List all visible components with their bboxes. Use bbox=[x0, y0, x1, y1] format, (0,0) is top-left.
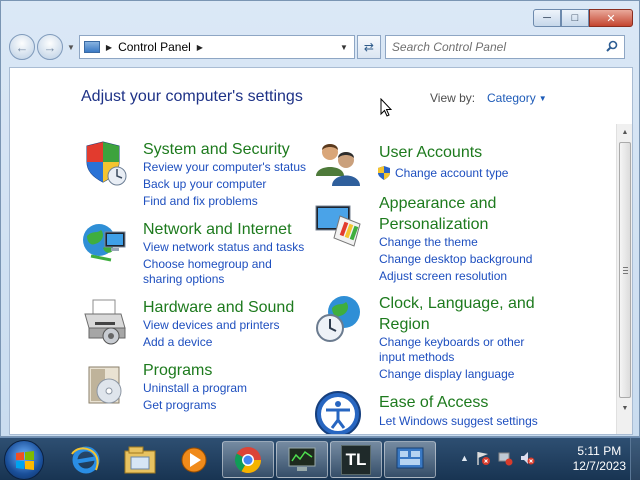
ease-of-access-icon[interactable] bbox=[314, 390, 362, 435]
maximize-icon: □ bbox=[571, 12, 579, 24]
category-link[interactable]: View devices and printers bbox=[143, 318, 280, 333]
caption-buttons: ─ □ ✕ bbox=[533, 9, 633, 27]
category-link[interactable]: Choose homegroup and bbox=[143, 257, 272, 272]
users-icon[interactable] bbox=[314, 140, 362, 188]
search-input[interactable] bbox=[385, 40, 596, 54]
internet-explorer-icon[interactable] bbox=[60, 441, 112, 478]
refresh-button[interactable]: ⇄ bbox=[356, 35, 381, 59]
category-link[interactable]: Change account type bbox=[395, 166, 508, 181]
printer-icon[interactable] bbox=[81, 298, 129, 346]
category-link[interactable]: Review your computer's status bbox=[143, 160, 306, 175]
media-player-icon[interactable] bbox=[168, 441, 220, 478]
category-heading[interactable]: Region bbox=[379, 314, 430, 335]
category-heading[interactable]: Appearance and bbox=[379, 193, 496, 214]
scroll-down-arrow-icon[interactable]: ▼ bbox=[617, 400, 632, 416]
category-link[interactable]: sharing options bbox=[143, 272, 224, 287]
control-panel-window: ─ □ ✕ ← → ▼ ▶ Control Panel ▶ ▼ ⇄ Adjust… bbox=[0, 0, 640, 437]
category-link[interactable]: View network status and tasks bbox=[143, 240, 304, 255]
category-link[interactable]: Uninstall a program bbox=[143, 381, 247, 396]
programs-box-icon[interactable] bbox=[81, 361, 129, 409]
tl-app-label: TL bbox=[341, 444, 371, 475]
category-heading[interactable]: Personalization bbox=[379, 214, 488, 235]
category-heading[interactable]: System and Security bbox=[143, 139, 290, 160]
category-link[interactable]: Find and fix problems bbox=[143, 194, 258, 209]
network-globe-icon[interactable] bbox=[81, 220, 129, 268]
category-link[interactable]: Add a device bbox=[143, 335, 212, 350]
windows-logo-icon bbox=[16, 451, 34, 470]
maximize-button[interactable]: □ bbox=[561, 9, 589, 27]
category-link[interactable]: Get programs bbox=[143, 398, 216, 413]
minimize-button[interactable]: ─ bbox=[533, 9, 561, 27]
category-link[interactable]: Change display language bbox=[379, 367, 514, 382]
address-bar[interactable]: ▶ Control Panel ▶ ▼ bbox=[78, 35, 355, 59]
windows-explorer-icon[interactable] bbox=[114, 441, 166, 478]
forward-arrow-icon: → bbox=[43, 39, 57, 55]
mouse-pointer-icon bbox=[380, 98, 392, 117]
monitor-terminal-icon[interactable] bbox=[276, 441, 328, 478]
view-by-value[interactable]: Category bbox=[487, 91, 536, 105]
search-icon[interactable] bbox=[606, 40, 618, 52]
control-panel-small-icon bbox=[83, 41, 100, 53]
close-icon: ✕ bbox=[606, 12, 616, 25]
category-link[interactable]: Change the theme bbox=[379, 235, 478, 250]
taskbar-clock[interactable]: 5:11 PM 12/7/2023 bbox=[573, 444, 626, 474]
shield-icon[interactable] bbox=[81, 140, 129, 188]
category-heading[interactable]: Hardware and Sound bbox=[143, 297, 294, 318]
page-title: Adjust your computer's settings bbox=[81, 88, 303, 105]
category-link[interactable]: Let Windows suggest settings bbox=[379, 414, 538, 429]
volume-muted-icon[interactable] bbox=[519, 450, 535, 466]
clock-time: 5:11 PM bbox=[577, 444, 622, 458]
minimize-icon: ─ bbox=[543, 12, 551, 24]
address-dropdown-icon[interactable]: ▼ bbox=[340, 43, 348, 52]
taskbar: TL ▲ 5:11 PM 12/7/2023 bbox=[0, 437, 640, 480]
category-link[interactable]: Change keyboards or other bbox=[379, 335, 524, 350]
category-heading[interactable]: User Accounts bbox=[379, 142, 482, 163]
view-by-dropdown[interactable]: Category ▼ bbox=[487, 91, 547, 105]
scroll-up-arrow-icon[interactable]: ▲ bbox=[617, 124, 632, 140]
vertical-scrollbar[interactable]: ▲ ▼ bbox=[616, 124, 632, 434]
chrome-icon[interactable] bbox=[222, 441, 274, 478]
close-button[interactable]: ✕ bbox=[589, 9, 633, 27]
system-tray: ▲ bbox=[460, 450, 535, 466]
back-button[interactable]: ← bbox=[9, 34, 35, 60]
breadcrumb-chevron-icon[interactable]: ▶ bbox=[106, 43, 112, 52]
search-box[interactable] bbox=[384, 35, 625, 59]
category-link[interactable]: input methods bbox=[379, 350, 454, 365]
start-orb-icon[interactable] bbox=[4, 440, 44, 480]
breadcrumb-control-panel[interactable]: Control Panel bbox=[118, 40, 191, 54]
show-desktop-button[interactable] bbox=[630, 438, 640, 480]
category-link[interactable]: Change desktop background bbox=[379, 252, 532, 267]
uac-shield-icon bbox=[378, 166, 390, 180]
category-heading[interactable]: Programs bbox=[143, 360, 212, 381]
refresh-icon: ⇄ bbox=[363, 40, 374, 54]
scrollbar-thumb[interactable] bbox=[619, 142, 631, 398]
show-hidden-icons-icon[interactable]: ▲ bbox=[460, 453, 469, 463]
recent-pages-dropdown[interactable]: ▼ bbox=[67, 43, 75, 52]
back-arrow-icon: ← bbox=[15, 39, 29, 55]
tl-app-icon[interactable]: TL bbox=[330, 441, 382, 478]
clock-globe-icon[interactable] bbox=[314, 294, 362, 342]
category-heading[interactable]: Ease of Access bbox=[379, 392, 488, 413]
clock-date: 12/7/2023 bbox=[572, 459, 626, 473]
navigation-bar: ← → ▼ ▶ Control Panel ▶ ▼ ⇄ bbox=[9, 33, 635, 61]
control-panel-icon[interactable] bbox=[384, 441, 436, 478]
forward-button[interactable]: → bbox=[37, 34, 63, 60]
chevron-down-icon[interactable]: ▼ bbox=[539, 94, 547, 103]
category-link[interactable]: Back up your computer bbox=[143, 177, 266, 192]
view-by-label: View by: bbox=[430, 91, 476, 105]
action-center-flag-icon[interactable] bbox=[475, 450, 491, 466]
category-link[interactable]: Adjust screen resolution bbox=[379, 269, 507, 284]
category-heading[interactable]: Clock, Language, and bbox=[379, 293, 535, 314]
display-palette-icon[interactable] bbox=[314, 202, 362, 250]
category-heading[interactable]: Network and Internet bbox=[143, 219, 292, 240]
network-status-icon[interactable] bbox=[497, 450, 513, 466]
breadcrumb-chevron-icon[interactable]: ▶ bbox=[197, 43, 203, 52]
content-pane: Adjust your computer's settings View by:… bbox=[9, 67, 633, 435]
